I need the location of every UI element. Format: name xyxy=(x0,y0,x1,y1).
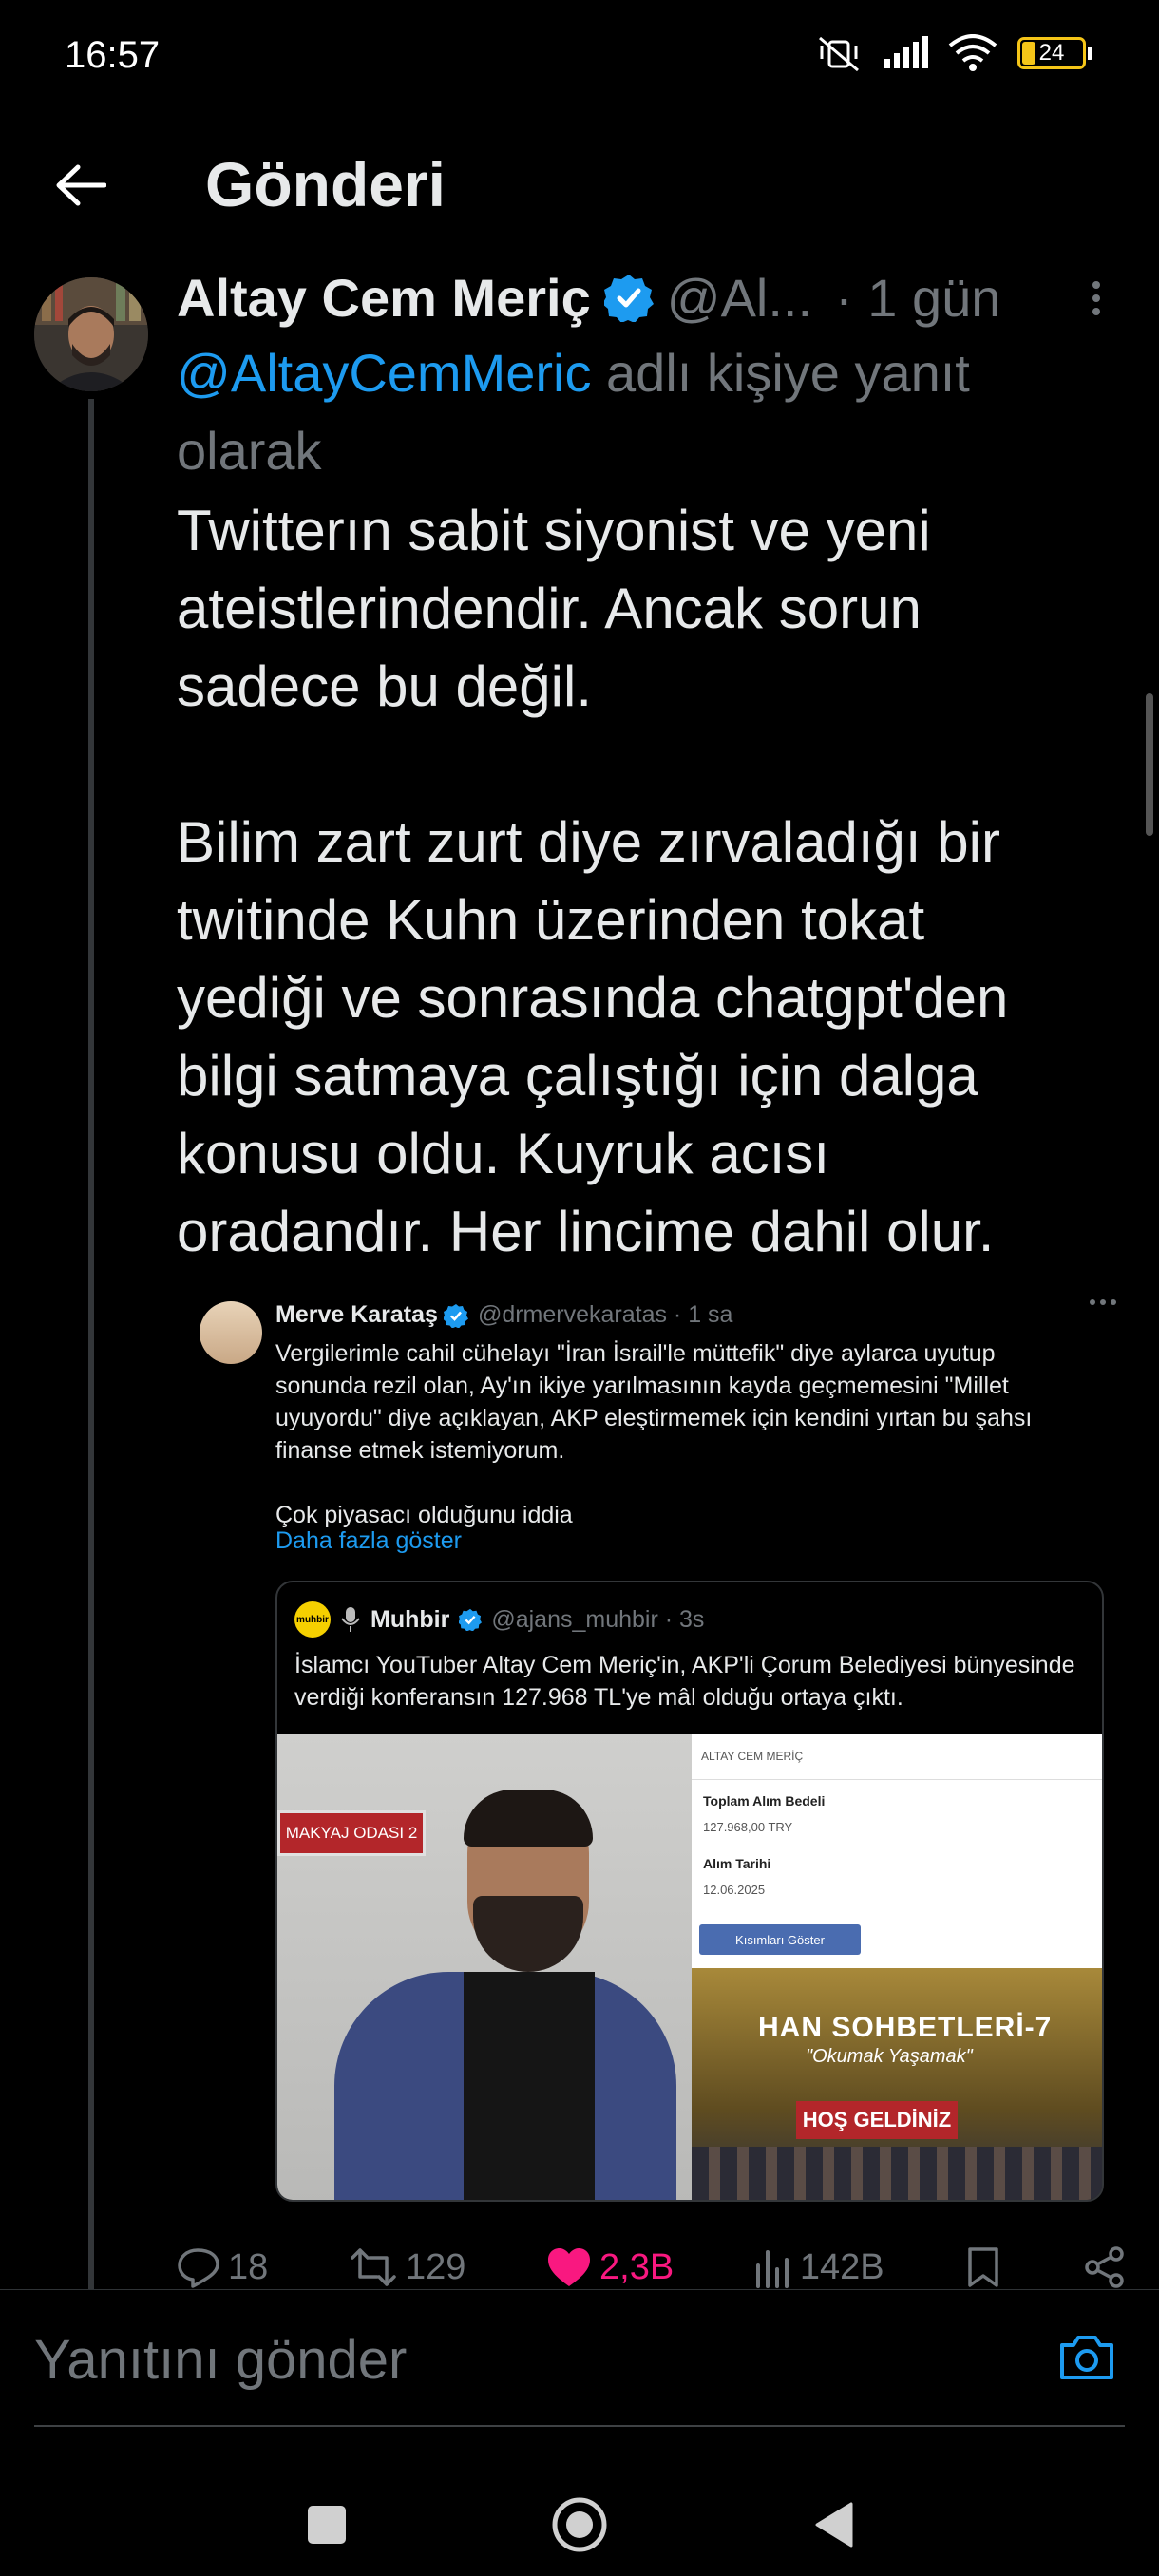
like-button[interactable]: 2,3B xyxy=(546,2246,674,2288)
event-subtitle: "Okumak Yaşamak" xyxy=(806,2046,973,2067)
back-button[interactable] xyxy=(48,152,114,218)
verified-badge-icon xyxy=(459,1608,483,1631)
camera-icon xyxy=(1060,2336,1113,2379)
bookmark-icon xyxy=(968,2247,999,2287)
back-nav-button[interactable] xyxy=(804,2494,864,2555)
bar-chart-icon xyxy=(755,2250,788,2288)
inner-handle: @ajans_muhbir · 3s xyxy=(491,1605,705,1633)
quoted-show-more: Daha fazla göster xyxy=(276,1527,462,1554)
reply-composer: Yanıtını gönder xyxy=(0,2289,1159,2460)
triangle-back-icon xyxy=(815,2502,853,2548)
procurement-panel: ALTAY CEM MERİÇ Toplam Alım Bedeli 127.9… xyxy=(692,1734,1102,1968)
field-total-value: 127.968,00 TRY xyxy=(703,1820,793,1834)
page-title: Gönderi xyxy=(205,149,446,219)
tweet-time: · 1 gün xyxy=(835,267,1001,328)
bookmark-button[interactable] xyxy=(964,2245,1002,2289)
page-header: Gönderi xyxy=(0,114,1159,256)
camera-button[interactable] xyxy=(1058,2332,1115,2388)
status-time: 16:57 xyxy=(65,34,161,76)
status-bar: 16:57 24 xyxy=(0,0,1159,114)
inner-quoted-card: muhbir Muhbir @ajans_muhbir · 3s İslamcı… xyxy=(276,1581,1104,2202)
event-photo: HAN SOHBETLERİ-7 "Okumak Yaşamak" HOŞ GE… xyxy=(692,1968,1102,2200)
reply-mention-link[interactable]: @AltayCemMeric xyxy=(177,343,591,403)
retweet-count: 129 xyxy=(405,2246,466,2287)
mute-vibrate-icon xyxy=(819,36,859,72)
heart-filled-icon xyxy=(548,2248,591,2286)
home-button[interactable] xyxy=(549,2494,610,2555)
quoted-avatar xyxy=(200,1301,262,1364)
attached-screenshot[interactable]: Merve Karataş @drmervekaratas · 1 sa Ver… xyxy=(186,1288,1117,2209)
like-count: 2,3B xyxy=(599,2246,674,2287)
inner-text: İslamcı YouTuber Altay Cem Meriç'in, AKP… xyxy=(294,1652,1075,1711)
microphone-icon xyxy=(341,1607,360,1632)
field-date-value: 12.06.2025 xyxy=(703,1883,766,1897)
scrollbar-thumb[interactable] xyxy=(1146,693,1153,836)
field-date-label: Alım Tarihi xyxy=(703,1856,771,1871)
event-banner: HOŞ GELDİNİZ xyxy=(796,2101,958,2139)
signal-icon xyxy=(884,36,928,68)
status-icons: 24 xyxy=(816,34,1092,72)
event-title: HAN SOHBETLERİ-7 xyxy=(758,2012,1053,2043)
more-vertical-icon xyxy=(1092,281,1100,315)
quoted-header: Merve Karataş @drmervekaratas · 1 sa xyxy=(276,1301,732,1329)
quoted-handle: @drmervekaratas · 1 sa xyxy=(477,1301,733,1328)
wifi-icon xyxy=(948,34,998,71)
reply-icon xyxy=(178,2248,219,2288)
more-options-button[interactable] xyxy=(1087,277,1106,324)
retweet-button[interactable]: 129 xyxy=(349,2246,466,2288)
room-sign: MAKYAJ ODASI 2 xyxy=(277,1810,426,1856)
panel-header: ALTAY CEM MERİÇ xyxy=(692,1734,1102,1780)
speaker-photo: MAKYAJ ODASI 2 xyxy=(277,1734,692,2200)
inner-card-header: muhbir Muhbir @ajans_muhbir · 3s xyxy=(294,1601,704,1638)
reply-count: 18 xyxy=(228,2246,269,2287)
reply-button[interactable]: 18 xyxy=(177,2246,268,2288)
author-avatar[interactable] xyxy=(34,277,148,391)
author-handle[interactable]: @Al... xyxy=(667,267,812,329)
muhbir-logo: muhbir xyxy=(294,1601,331,1638)
retweet-icon xyxy=(351,2248,396,2286)
tweet-text: Twitterın sabit siyonist ve yeni ateistl… xyxy=(177,499,1009,1263)
tweet-header: Altay Cem Meriç @Al... · 1 gün xyxy=(177,264,1127,331)
field-total-label: Toplam Alım Bedeli xyxy=(703,1793,826,1809)
quoted-text: Vergilerimle cahil cühelayı "İran İsrail… xyxy=(276,1340,1033,1528)
views-button[interactable]: 142B xyxy=(754,2246,884,2288)
quoted-author-name: Merve Karataş xyxy=(276,1301,438,1328)
more-horizontal-icon xyxy=(1090,1299,1116,1305)
author-name[interactable]: Altay Cem Meriç xyxy=(177,267,591,329)
reply-context: @AltayCemMeric adlı kişiye yanıt olarak xyxy=(177,334,1127,490)
panel-button: Kısımları Göster xyxy=(699,1924,861,1955)
thread-line xyxy=(88,399,94,2289)
recents-button[interactable] xyxy=(296,2494,357,2555)
share-button[interactable] xyxy=(1083,2245,1127,2289)
square-icon xyxy=(308,2506,346,2544)
circle-icon xyxy=(552,2497,607,2552)
reply-input-underline xyxy=(34,2425,1125,2427)
share-icon xyxy=(1085,2246,1124,2288)
views-count: 142B xyxy=(799,2246,884,2287)
reply-input[interactable]: Yanıtını gönder xyxy=(34,2328,407,2392)
verified-badge-icon xyxy=(443,1303,468,1328)
verified-badge-icon xyxy=(603,275,654,322)
inner-author-name: Muhbir xyxy=(370,1605,450,1633)
arrow-left-icon xyxy=(56,164,106,206)
battery-level: 24 xyxy=(1038,40,1065,66)
system-nav-bar xyxy=(0,2470,1159,2576)
battery-icon: 24 xyxy=(1017,37,1092,69)
